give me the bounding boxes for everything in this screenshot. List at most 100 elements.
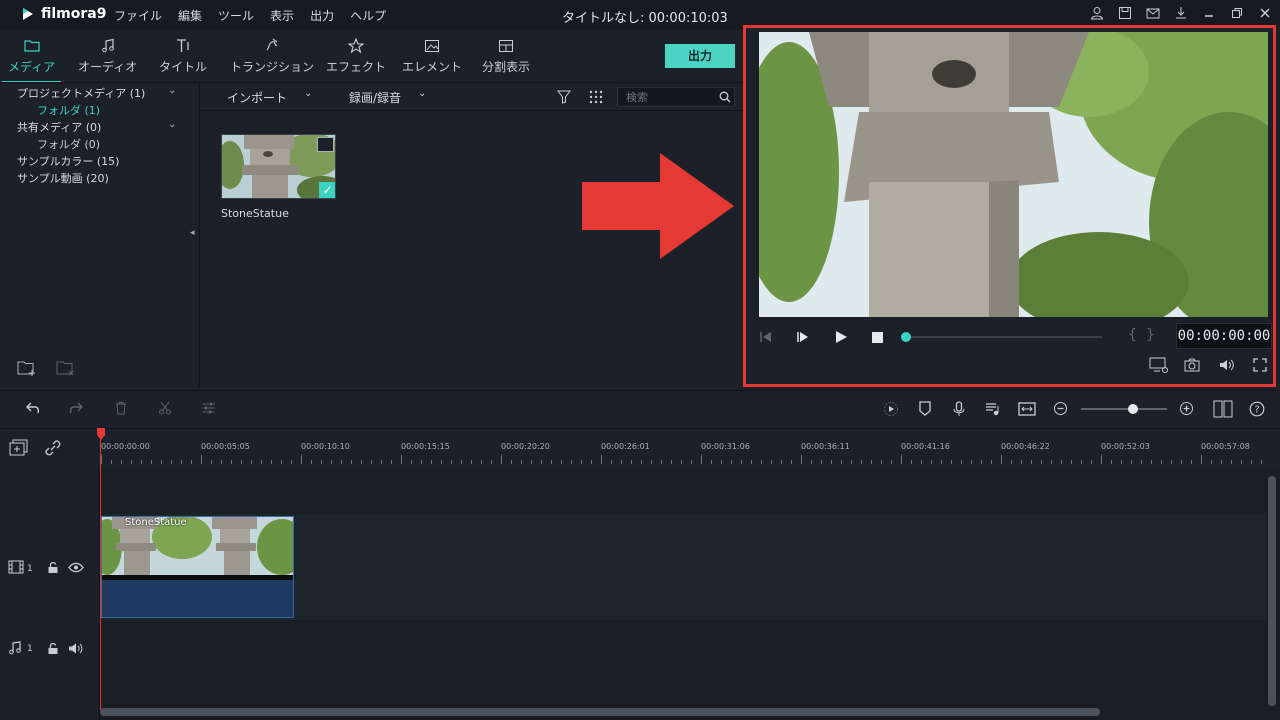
search-icon[interactable] [719, 91, 731, 103]
progress-track[interactable] [906, 336, 1102, 338]
ruler-tick-mark [1221, 460, 1222, 464]
tab-splitscreen[interactable]: 分割表示 [482, 38, 530, 75]
ruler-tick-mark [1261, 460, 1262, 464]
chevron-down-icon[interactable]: ⌄ [168, 119, 176, 130]
cut-icon[interactable] [158, 401, 172, 415]
record-dropdown[interactable]: 録画/録音 [349, 89, 401, 106]
tree-project-folder[interactable]: フォルダ (1) [37, 102, 100, 118]
ruler-tick-mark [321, 460, 322, 464]
marker-icon[interactable] [918, 401, 932, 417]
user-icon[interactable] [1090, 6, 1104, 20]
tab-titles[interactable]: タイトル [159, 38, 207, 75]
ruler-tick-mark [991, 460, 992, 464]
zoom-in-icon[interactable] [1179, 401, 1194, 416]
adjust-icon[interactable] [202, 401, 216, 415]
audio-mixer-icon[interactable] [985, 401, 1001, 417]
ruler-tick-mark [1071, 460, 1072, 464]
search-input[interactable] [618, 88, 708, 106]
volume-icon[interactable] [1219, 358, 1235, 372]
display-settings-icon[interactable] [1149, 357, 1169, 374]
media-thumbnail[interactable]: ✓ [221, 134, 336, 199]
playhead-line[interactable] [100, 428, 101, 710]
download-icon[interactable] [1174, 6, 1188, 20]
minimize-icon[interactable] [1202, 6, 1216, 20]
zoom-out-icon[interactable] [1053, 401, 1068, 416]
tree-sample-videos[interactable]: サンプル動画 (20) [17, 170, 109, 186]
import-dropdown[interactable]: インポート [227, 89, 287, 106]
undo-icon[interactable] [25, 401, 41, 415]
new-folder-icon[interactable] [17, 359, 37, 377]
ruler-tick-mark [491, 460, 492, 464]
mail-icon[interactable] [1146, 6, 1160, 20]
zoom-slider-handle[interactable] [1127, 404, 1138, 414]
stop-icon[interactable] [870, 330, 884, 344]
menu-edit[interactable]: 編集 [178, 7, 202, 24]
delete-folder-icon[interactable] [56, 359, 76, 377]
timeline-video-clip[interactable]: StoneStatue [101, 516, 294, 618]
previous-frame-icon[interactable] [759, 330, 773, 344]
chevron-down-icon[interactable]: ⌄ [168, 85, 176, 96]
collapse-arrow-icon[interactable]: ◂ [190, 228, 195, 238]
tab-transitions[interactable]: トランジション [230, 38, 314, 75]
tab-media[interactable]: メディア [1, 38, 62, 83]
progress-handle[interactable] [901, 332, 911, 342]
layout-icon[interactable] [1213, 400, 1233, 418]
chevron-down-icon[interactable]: ⌄ [418, 88, 426, 99]
lock-icon[interactable] [47, 642, 59, 655]
tab-elements[interactable]: エレメント [402, 38, 462, 75]
restore-icon[interactable] [1230, 6, 1244, 20]
chevron-down-icon[interactable]: ⌄ [304, 88, 312, 99]
ruler-tick-mark [1251, 460, 1252, 464]
next-frame-icon[interactable] [796, 330, 810, 344]
render-preview-icon[interactable] [883, 401, 899, 417]
ruler-tick-mark [231, 460, 232, 464]
horizontal-scrollbar[interactable] [100, 708, 1100, 716]
microphone-icon[interactable] [952, 401, 966, 417]
tree-shared-folder[interactable]: フォルダ (0) [37, 136, 100, 152]
speaker-icon[interactable] [68, 642, 84, 655]
ruler-tick-label: 00:00:57:08 [1201, 442, 1250, 451]
help-icon[interactable]: ? [1249, 401, 1265, 417]
save-icon[interactable] [1118, 6, 1132, 20]
vertical-scrollbar[interactable] [1268, 476, 1276, 706]
ruler-tick-mark [861, 460, 862, 464]
eye-icon[interactable] [68, 562, 84, 573]
ruler-tick-mark [971, 460, 972, 464]
tree-sample-colors[interactable]: サンプルカラー (15) [17, 153, 119, 169]
close-icon[interactable] [1258, 6, 1272, 20]
menu-file[interactable]: ファイル [114, 7, 162, 24]
ruler-tick-mark [1151, 460, 1152, 464]
redo-icon[interactable] [68, 401, 84, 415]
menu-help[interactable]: ヘルプ [350, 7, 386, 24]
grid-view-icon[interactable] [589, 90, 603, 104]
zoom-slider-track[interactable] [1081, 408, 1167, 410]
ruler-tick-mark [751, 460, 752, 464]
text-icon [177, 39, 189, 52]
snapshot-camera-icon[interactable] [1184, 358, 1200, 372]
delete-icon[interactable] [114, 401, 128, 415]
ruler-tick-mark [531, 460, 532, 464]
ruler-tick-mark [401, 455, 402, 464]
add-track-icon[interactable] [9, 439, 29, 457]
tree-project-media[interactable]: プロジェクトメディア (1) [17, 85, 145, 101]
menu-export[interactable]: 出力 [310, 7, 334, 24]
fullscreen-icon[interactable] [1253, 358, 1267, 372]
ruler-tick-mark [361, 460, 362, 464]
ruler-tick-mark [1171, 460, 1172, 464]
lock-icon[interactable] [47, 561, 59, 574]
tab-effects[interactable]: エフェクト [326, 38, 386, 75]
mark-out-icon[interactable]: } [1146, 327, 1155, 343]
ruler-tick-mark [1081, 460, 1082, 464]
tab-audio[interactable]: オーディオ [78, 38, 137, 75]
filter-icon[interactable] [557, 90, 571, 104]
tree-shared-media[interactable]: 共有メディア (0) [17, 119, 101, 135]
menu-tools[interactable]: ツール [218, 7, 254, 24]
menu-view[interactable]: 表示 [270, 7, 294, 24]
ruler-tick-mark [571, 460, 572, 464]
export-button[interactable]: 出力 [665, 44, 735, 68]
fit-timeline-icon[interactable] [1018, 401, 1036, 417]
ruler-tick-mark [1131, 460, 1132, 464]
mark-in-icon[interactable]: { [1128, 327, 1137, 343]
link-icon[interactable] [44, 439, 62, 457]
play-icon[interactable] [834, 330, 848, 344]
